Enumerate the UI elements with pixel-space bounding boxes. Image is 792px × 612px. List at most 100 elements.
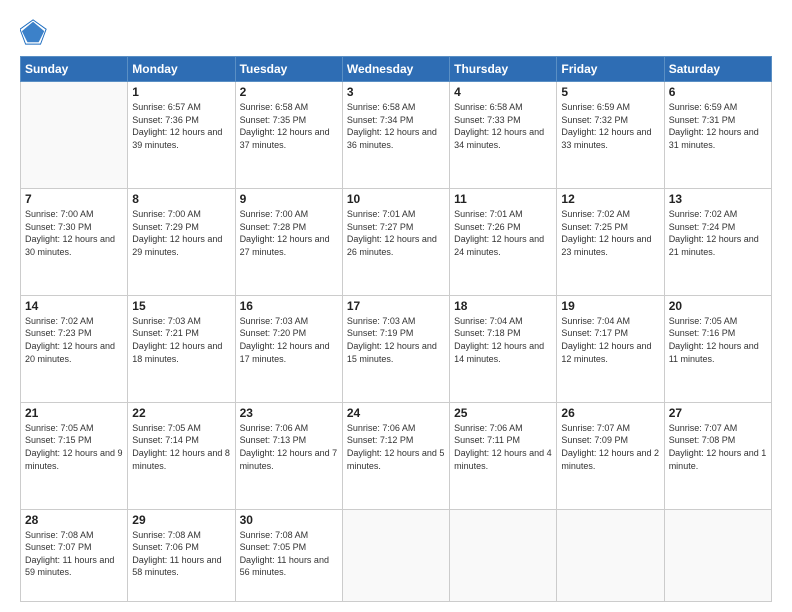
calendar-cell: 21 Sunrise: 7:05 AMSunset: 7:15 PMDayligh… [21,402,128,509]
calendar-cell: 12 Sunrise: 7:02 AMSunset: 7:25 PMDayligh… [557,188,664,295]
calendar-cell: 24Sunrise: 7:06 AMSunset: 7:12 PMDayligh… [342,402,449,509]
day-info: Sunrise: 7:00 AMSunset: 7:29 PMDaylight:… [132,208,230,258]
day-info: Sunrise: 7:05 AMSunset: 7:16 PMDaylight:… [669,315,767,365]
day-number: 7 [25,192,123,206]
day-info: Sunrise: 7:05 AMSunset: 7:15 PMDaylight:… [25,422,123,472]
day-info: Sunrise: 7:03 AMSunset: 7:21 PMDaylight:… [132,315,230,365]
calendar-cell: 3 Sunrise: 6:58 AMSunset: 7:34 PMDaylight… [342,82,449,189]
day-number: 28 [25,513,123,527]
calendar-table: SundayMondayTuesdayWednesdayThursdayFrid… [20,56,772,602]
calendar-cell: 22 Sunrise: 7:05 AMSunset: 7:14 PMDayligh… [128,402,235,509]
day-number: 13 [669,192,767,206]
calendar-cell: 6 Sunrise: 6:59 AMSunset: 7:31 PMDaylight… [664,82,771,189]
calendar-cell: 9Sunrise: 7:00 AMSunset: 7:28 PMDaylight… [235,188,342,295]
day-info: Sunrise: 6:59 AMSunset: 7:32 PMDaylight:… [561,101,659,151]
calendar-cell [450,509,557,601]
calendar-cell: 26 Sunrise: 7:07 AMSunset: 7:09 PMDayligh… [557,402,664,509]
calendar-cell: 23Sunrise: 7:06 AMSunset: 7:13 PMDayligh… [235,402,342,509]
calendar-cell: 11Sunrise: 7:01 AMSunset: 7:26 PMDayligh… [450,188,557,295]
day-info: Sunrise: 7:07 AMSunset: 7:08 PMDaylight:… [669,422,767,472]
calendar-cell: 7 Sunrise: 7:00 AMSunset: 7:30 PMDaylight… [21,188,128,295]
day-number: 17 [347,299,445,313]
calendar-cell: 28 Sunrise: 7:08 AMSunset: 7:07 PMDayligh… [21,509,128,601]
day-info: Sunrise: 6:58 AMSunset: 7:35 PMDaylight:… [240,101,338,151]
calendar-cell: 4 Sunrise: 6:58 AMSunset: 7:33 PMDaylight… [450,82,557,189]
week-row-1: 7 Sunrise: 7:00 AMSunset: 7:30 PMDaylight… [21,188,772,295]
header [20,18,772,46]
day-info: Sunrise: 7:05 AMSunset: 7:14 PMDaylight:… [132,422,230,472]
day-number: 3 [347,85,445,99]
day-number: 19 [561,299,659,313]
logo-icon [20,18,48,46]
day-number: 29 [132,513,230,527]
day-number: 1 [132,85,230,99]
weekday-header-wednesday: Wednesday [342,57,449,82]
day-info: Sunrise: 7:00 AMSunset: 7:30 PMDaylight:… [25,208,123,258]
day-number: 25 [454,406,552,420]
day-info: Sunrise: 6:59 AMSunset: 7:31 PMDaylight:… [669,101,767,151]
calendar-cell: 15 Sunrise: 7:03 AMSunset: 7:21 PMDayligh… [128,295,235,402]
logo [20,18,52,46]
day-number: 15 [132,299,230,313]
calendar-cell: 13 Sunrise: 7:02 AMSunset: 7:24 PMDayligh… [664,188,771,295]
calendar-cell: 2 Sunrise: 6:58 AMSunset: 7:35 PMDaylight… [235,82,342,189]
day-info: Sunrise: 7:06 AMSunset: 7:11 PMDaylight:… [454,422,552,472]
calendar-cell: 18 Sunrise: 7:04 AMSunset: 7:18 PMDayligh… [450,295,557,402]
day-info: Sunrise: 6:58 AMSunset: 7:34 PMDaylight:… [347,101,445,151]
weekday-header-thursday: Thursday [450,57,557,82]
weekday-header-tuesday: Tuesday [235,57,342,82]
day-number: 4 [454,85,552,99]
day-info: Sunrise: 7:02 AMSunset: 7:25 PMDaylight:… [561,208,659,258]
calendar-cell: 30 Sunrise: 7:08 AMSunset: 7:05 PMDayligh… [235,509,342,601]
day-number: 2 [240,85,338,99]
calendar-cell [21,82,128,189]
calendar-cell: 19 Sunrise: 7:04 AMSunset: 7:17 PMDayligh… [557,295,664,402]
calendar-cell: 27 Sunrise: 7:07 AMSunset: 7:08 PMDayligh… [664,402,771,509]
calendar-cell: 10Sunrise: 7:01 AMSunset: 7:27 PMDayligh… [342,188,449,295]
day-number: 14 [25,299,123,313]
day-number: 5 [561,85,659,99]
week-row-3: 21 Sunrise: 7:05 AMSunset: 7:15 PMDayligh… [21,402,772,509]
week-row-4: 28 Sunrise: 7:08 AMSunset: 7:07 PMDayligh… [21,509,772,601]
day-info: Sunrise: 7:07 AMSunset: 7:09 PMDaylight:… [561,422,659,472]
day-info: Sunrise: 6:58 AMSunset: 7:33 PMDaylight:… [454,101,552,151]
page: SundayMondayTuesdayWednesdayThursdayFrid… [0,0,792,612]
calendar-cell: 25 Sunrise: 7:06 AMSunset: 7:11 PMDayligh… [450,402,557,509]
day-number: 21 [25,406,123,420]
day-info: Sunrise: 7:01 AMSunset: 7:27 PMDaylight:… [347,208,445,258]
day-number: 12 [561,192,659,206]
weekday-header-row: SundayMondayTuesdayWednesdayThursdayFrid… [21,57,772,82]
calendar-cell: 8Sunrise: 7:00 AMSunset: 7:29 PMDaylight… [128,188,235,295]
week-row-0: 1Sunrise: 6:57 AMSunset: 7:36 PMDaylight… [21,82,772,189]
day-info: Sunrise: 7:06 AMSunset: 7:13 PMDaylight:… [240,422,338,472]
calendar-cell: 16 Sunrise: 7:03 AMSunset: 7:20 PMDayligh… [235,295,342,402]
day-number: 16 [240,299,338,313]
weekday-header-sunday: Sunday [21,57,128,82]
weekday-header-saturday: Saturday [664,57,771,82]
calendar-cell: 1Sunrise: 6:57 AMSunset: 7:36 PMDaylight… [128,82,235,189]
week-row-2: 14Sunrise: 7:02 AMSunset: 7:23 PMDayligh… [21,295,772,402]
calendar-cell: 5 Sunrise: 6:59 AMSunset: 7:32 PMDaylight… [557,82,664,189]
day-number: 9 [240,192,338,206]
calendar-cell: 14Sunrise: 7:02 AMSunset: 7:23 PMDayligh… [21,295,128,402]
calendar-cell [664,509,771,601]
day-info: Sunrise: 7:04 AMSunset: 7:18 PMDaylight:… [454,315,552,365]
weekday-header-monday: Monday [128,57,235,82]
day-info: Sunrise: 7:02 AMSunset: 7:24 PMDaylight:… [669,208,767,258]
day-info: Sunrise: 7:08 AMSunset: 7:06 PMDaylight:… [132,529,230,579]
day-info: Sunrise: 7:03 AMSunset: 7:20 PMDaylight:… [240,315,338,365]
day-info: Sunrise: 7:08 AMSunset: 7:07 PMDaylight:… [25,529,123,579]
day-info: Sunrise: 7:04 AMSunset: 7:17 PMDaylight:… [561,315,659,365]
day-number: 30 [240,513,338,527]
calendar-cell [342,509,449,601]
day-number: 20 [669,299,767,313]
day-number: 27 [669,406,767,420]
day-number: 26 [561,406,659,420]
day-info: Sunrise: 7:01 AMSunset: 7:26 PMDaylight:… [454,208,552,258]
day-info: Sunrise: 7:08 AMSunset: 7:05 PMDaylight:… [240,529,338,579]
day-number: 6 [669,85,767,99]
day-number: 18 [454,299,552,313]
calendar-cell: 17Sunrise: 7:03 AMSunset: 7:19 PMDayligh… [342,295,449,402]
calendar-cell: 29 Sunrise: 7:08 AMSunset: 7:06 PMDayligh… [128,509,235,601]
day-number: 22 [132,406,230,420]
